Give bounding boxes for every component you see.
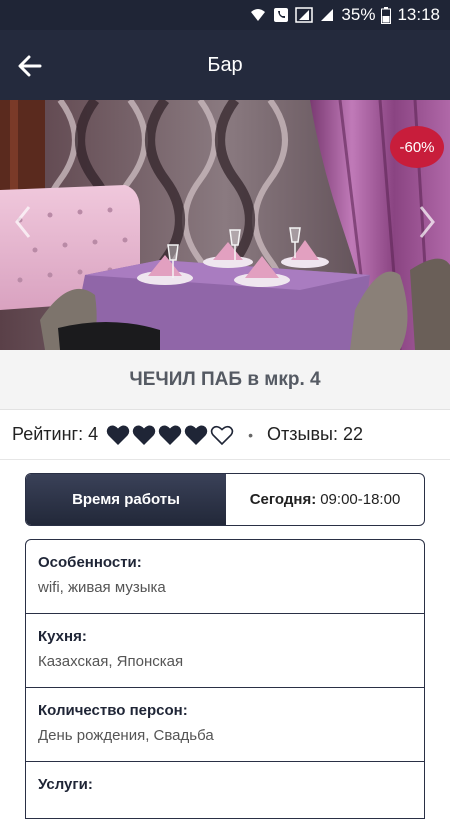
heart-filled-icon bbox=[158, 425, 182, 445]
working-hours-button[interactable]: Время работы bbox=[26, 474, 226, 525]
signal-bars-icon bbox=[319, 7, 335, 23]
next-photo-button[interactable] bbox=[412, 200, 442, 244]
heart-outline-icon bbox=[210, 425, 234, 445]
signal-icon bbox=[295, 7, 314, 23]
working-hours: Время работы Сегодня: 09:00-18:00 bbox=[25, 473, 425, 526]
today-label: Сегодня: bbox=[249, 491, 317, 508]
feature-label: Кухня: bbox=[38, 628, 87, 645]
app-bar: Бар bbox=[0, 30, 450, 100]
venue-photo bbox=[0, 100, 450, 350]
feature-item-cuisine: Кухня: Казахская, Японская bbox=[26, 614, 424, 688]
heart-filled-icon bbox=[184, 425, 208, 445]
call-icon bbox=[273, 7, 289, 23]
feature-value: Казахская, Японская bbox=[38, 653, 184, 670]
feature-value: wifi, живая музыка bbox=[38, 579, 166, 596]
status-bar: 35% 13:18 bbox=[0, 0, 450, 30]
feature-label: Особенности: bbox=[38, 554, 142, 571]
heart-filled-icon bbox=[132, 425, 156, 445]
feature-item-services: Услуги: bbox=[26, 762, 424, 818]
reviews-count[interactable]: Отзывы: 22 bbox=[267, 424, 363, 445]
separator-dot: • bbox=[248, 426, 254, 443]
feature-value: День рождения, Свадьба bbox=[38, 727, 214, 744]
heart-filled-icon bbox=[106, 425, 130, 445]
clock: 13:18 bbox=[397, 5, 440, 24]
battery-percent: 35% bbox=[341, 5, 376, 24]
chevron-left-icon bbox=[15, 206, 31, 238]
venue-name: ЧЕЧИЛ ПАБ в мкр. 4 bbox=[0, 350, 450, 410]
wifi-icon bbox=[249, 7, 267, 23]
venue-photo-carousel[interactable]: -60% bbox=[0, 100, 450, 350]
feature-label: Услуги: bbox=[38, 776, 93, 793]
today-hours: Сегодня: 09:00-18:00 bbox=[226, 474, 424, 525]
chevron-right-icon bbox=[419, 206, 435, 238]
feature-item-features: Особенности: wifi, живая музыка bbox=[26, 540, 424, 614]
feature-item-persons: Количество персон: День рождения, Свадьб… bbox=[26, 688, 424, 762]
prev-photo-button[interactable] bbox=[8, 200, 38, 244]
page-title: Бар bbox=[207, 54, 243, 76]
rating-hearts bbox=[106, 424, 234, 446]
rating-label: Рейтинг: 4 bbox=[12, 424, 99, 444]
discount-badge: -60% bbox=[390, 126, 444, 168]
today-value: 09:00-18:00 bbox=[320, 491, 401, 508]
battery-icon bbox=[381, 6, 392, 24]
features-list: Особенности: wifi, живая музыка Кухня: К… bbox=[25, 539, 425, 819]
rating-row: Рейтинг: 4 • Отзывы: 22 bbox=[0, 410, 450, 460]
feature-label: Количество персон: bbox=[38, 702, 188, 719]
